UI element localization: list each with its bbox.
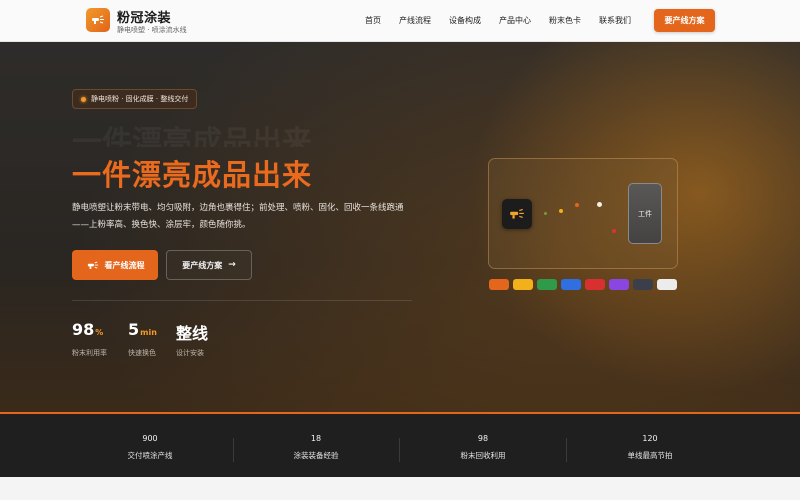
powder-particle	[544, 212, 547, 215]
strip-stat-takt: 120 单线最高节拍	[550, 414, 750, 477]
stat-unit: min	[140, 328, 157, 337]
color-swatch[interactable]	[489, 279, 509, 290]
color-swatch[interactable]	[609, 279, 629, 290]
workpiece: 工件	[628, 183, 662, 244]
nav-contact[interactable]: 联系我们	[599, 15, 631, 26]
strip-number: 120	[642, 434, 658, 443]
hero-section: 静电喷粉 · 固化成膜 · 整线交付 一件漂亮成品出来 一件漂亮成品出来 静电喷…	[0, 42, 800, 412]
nav-home[interactable]: 首页	[365, 15, 381, 26]
page-bottom	[0, 477, 800, 500]
hero-badge-text: 静电喷粉 · 固化成膜 · 整线交付	[91, 95, 189, 103]
color-swatch[interactable]	[561, 279, 581, 290]
stat-color-change: 5min	[128, 320, 157, 339]
brand-subtitle: 静电喷塑 · 喷涂流水线	[117, 26, 187, 34]
top-header: 粉冠涂装 静电喷塑 · 喷涂流水线 首页 产线流程 设备构成 产品中心 粉末色卡…	[0, 0, 800, 42]
stat-value: 98	[72, 320, 95, 339]
arrow-right-icon: →	[228, 260, 236, 270]
stat-utilization: 98%	[72, 320, 103, 339]
color-swatch[interactable]	[633, 279, 653, 290]
nav-color-card[interactable]: 粉末色卡	[549, 15, 581, 26]
hero-badge: 静电喷粉 · 固化成膜 · 整线交付	[72, 89, 198, 109]
hero-ghost-title: 一件漂亮成品出来	[72, 125, 312, 147]
stat-full-line: 整线	[176, 320, 209, 344]
powder-particle	[559, 209, 563, 213]
get-plan-button[interactable]: 要产线方案	[654, 9, 715, 32]
request-plan-label: 要产线方案	[182, 260, 223, 270]
color-swatch[interactable]	[585, 279, 605, 290]
stat-label: 快速换色	[128, 349, 156, 357]
nav-process[interactable]: 产线流程	[399, 15, 431, 26]
spray-gun-icon	[86, 260, 100, 270]
spray-gun-icon	[510, 208, 524, 219]
powder-particle	[597, 202, 602, 207]
dot-icon	[81, 96, 86, 102]
stat-value: 整线	[176, 324, 209, 343]
view-process-button[interactable]: 看产线流程	[72, 250, 158, 280]
strip-label: 单线最高节拍	[627, 451, 673, 460]
color-swatch[interactable]	[657, 279, 677, 290]
stat-label: 设计安装	[176, 349, 204, 357]
nav-equipment[interactable]: 设备构成	[449, 15, 481, 26]
color-swatch[interactable]	[513, 279, 533, 290]
view-process-label: 看产线流程	[104, 260, 145, 270]
stat-label: 粉末利用率	[72, 349, 107, 357]
hero-description: 静电喷塑让粉末带电、均匀吸附，边角也裹得住；前处理、喷粉、固化、回收一条线跑通—…	[72, 203, 404, 230]
request-plan-button[interactable]: 要产线方案 →	[166, 250, 252, 280]
stats-strip: 900 交付喷涂产线 18 涂装装备经验 98 粉末回收利用 120 单线最高节…	[0, 412, 800, 477]
powder-particle	[575, 203, 579, 207]
stat-value: 5	[128, 320, 140, 339]
powder-particle	[612, 229, 616, 233]
spray-gun-icon	[92, 15, 104, 24]
logo[interactable]	[86, 8, 110, 32]
stat-unit: %	[95, 328, 104, 337]
nav-products[interactable]: 产品中心	[499, 15, 531, 26]
brand-title[interactable]: 粉冠涂装	[117, 7, 171, 26]
hero-title: 一件漂亮成品出来	[72, 158, 313, 192]
hero-divider	[72, 300, 412, 301]
spray-gun-box	[502, 199, 532, 229]
color-swatch[interactable]	[537, 279, 557, 290]
